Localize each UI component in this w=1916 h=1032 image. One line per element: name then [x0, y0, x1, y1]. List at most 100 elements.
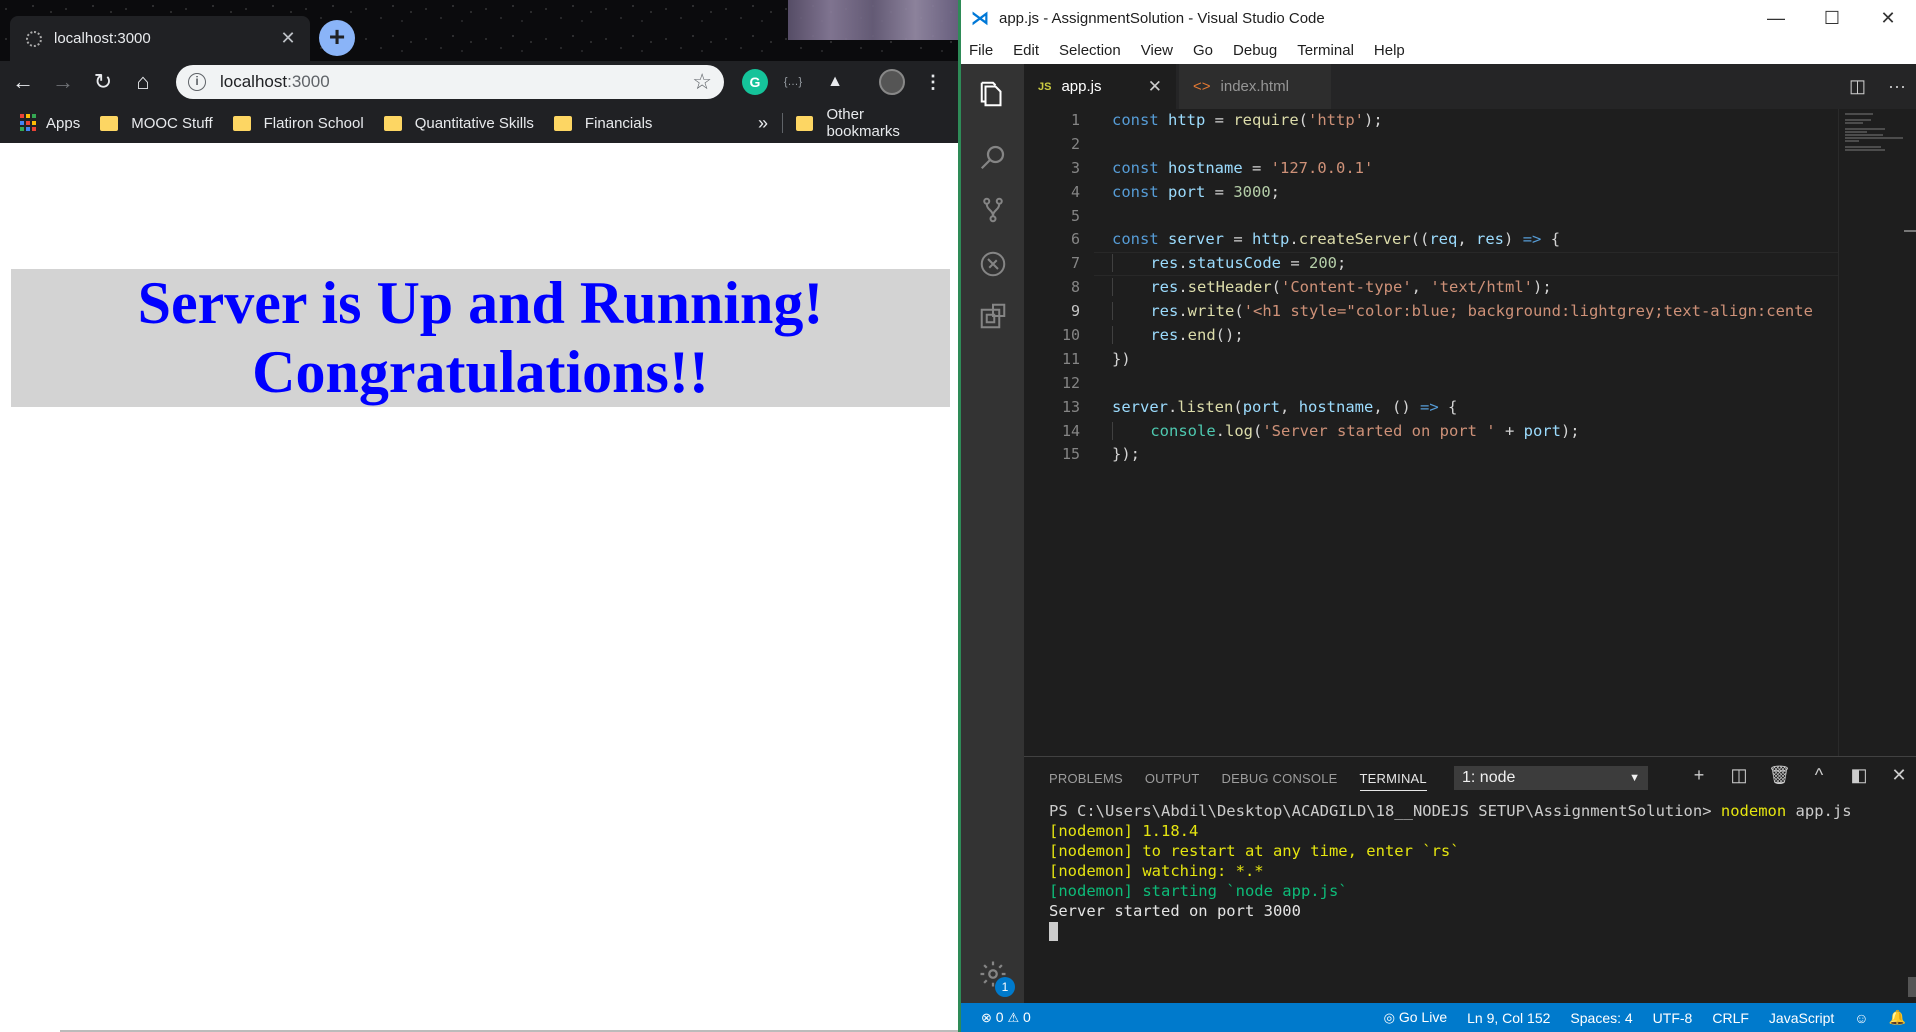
profile-avatar[interactable] — [879, 69, 905, 95]
minimap-line — [1845, 134, 1883, 136]
reload-button[interactable]: ↻ — [86, 65, 120, 99]
code-editor[interactable]: 1 2 3 4 5 6 7 8 9 10 11 12 13 14 15 cons… — [1024, 109, 1916, 756]
language-mode[interactable]: JavaScript — [1769, 1010, 1834, 1026]
terminal-line: PS C:\Users\Abdil\Desktop\ACADGILD\18__N… — [1049, 801, 1899, 821]
bookmarks-overflow-button[interactable]: » — [758, 113, 768, 134]
problems-status[interactable]: ⊗ 0 ⚠ 0 — [981, 1009, 1031, 1026]
tab-debug-console[interactable]: DEBUG CONSOLE — [1222, 771, 1338, 786]
line-number: 4 — [1070, 182, 1080, 201]
extensions-icon[interactable] — [961, 286, 1024, 346]
new-tab-button[interactable]: + — [319, 20, 355, 56]
broadcast-icon: ◎ — [1383, 1010, 1395, 1025]
explorer-icon[interactable] — [961, 64, 1024, 124]
forward-button[interactable]: → — [46, 65, 80, 99]
search-icon[interactable] — [961, 127, 1024, 187]
bookmark-label: Financials — [584, 114, 653, 132]
browser-toolbar: ← → ↻ ⌂ i localhost :3000 ☆ G {…} ▲ ⋮ — [0, 61, 958, 103]
split-terminal-icon[interactable]: ◫ — [1728, 765, 1750, 786]
browser-tab[interactable]: localhost:3000 ✕ — [10, 16, 310, 61]
close-panel-icon[interactable]: ✕ — [1888, 765, 1910, 786]
tab-app-js[interactable]: JS app.js ✕ — [1024, 64, 1176, 109]
bookmark-mooc-stuff[interactable]: MOOC Stuff — [100, 114, 213, 132]
menu-file[interactable]: File — [969, 42, 993, 59]
tab-output[interactable]: OUTPUT — [1145, 771, 1200, 786]
notifications-bell-icon[interactable]: 🔔 — [1889, 1009, 1906, 1026]
line-number: 7 — [1070, 254, 1080, 273]
menu-terminal[interactable]: Terminal — [1297, 42, 1354, 59]
warning-count: 0 — [1023, 1009, 1031, 1025]
status-right: ◎ Go Live Ln 9, Col 152 Spaces: 4 UTF-8 … — [1384, 1003, 1906, 1032]
other-bookmarks[interactable]: Other bookmarks — [796, 103, 938, 143]
debug-icon[interactable] — [961, 234, 1024, 294]
code-text[interactable]: const http = require('http'); const host… — [1112, 109, 1812, 467]
bookmark-financials[interactable]: Financials — [553, 114, 653, 132]
folder-icon — [383, 115, 402, 131]
minimap[interactable] — [1838, 109, 1904, 756]
minimize-button[interactable]: — — [1748, 0, 1804, 36]
minimap-line — [1845, 119, 1871, 121]
error-icon: ⊗ — [981, 1010, 992, 1025]
menu-edit[interactable]: Edit — [1013, 42, 1039, 59]
line-ending[interactable]: CRLF — [1712, 1010, 1749, 1026]
kill-terminal-icon[interactable]: 🗑 — [1768, 765, 1791, 786]
tab-close-icon[interactable]: ✕ — [278, 28, 298, 49]
indentation[interactable]: Spaces: 4 — [1570, 1010, 1632, 1026]
code-line: server.listen(port, hostname, () => { — [1112, 397, 1458, 416]
tab-close-icon[interactable]: ✕ — [1148, 77, 1162, 97]
editor-scrollbar[interactable] — [1904, 109, 1916, 756]
bookmark-flatiron-school[interactable]: Flatiron School — [232, 115, 364, 132]
bookmark-star-icon[interactable]: ☆ — [692, 69, 712, 95]
maximize-panel-icon[interactable]: ^ — [1808, 765, 1830, 786]
drive-extension-icon[interactable]: ▲ — [822, 69, 848, 95]
bookmark-label: MOOC Stuff — [131, 114, 213, 132]
split-editor-icon[interactable]: ◫ — [1849, 76, 1866, 97]
go-live-button[interactable]: ◎ Go Live — [1384, 1009, 1447, 1026]
editor-actions: ◫ ··· — [1849, 76, 1906, 97]
bookmark-quantitative-skills[interactable]: Quantitative Skills — [383, 115, 534, 132]
source-control-icon[interactable] — [961, 180, 1024, 240]
tab-problems[interactable]: PROBLEMS — [1049, 771, 1123, 786]
settings-gear-icon[interactable] — [961, 944, 1024, 1004]
menu-help[interactable]: Help — [1374, 42, 1405, 59]
maximize-button[interactable]: ☐ — [1804, 0, 1860, 36]
grammarly-extension-icon[interactable]: G — [742, 69, 768, 95]
home-button[interactable]: ⌂ — [126, 65, 160, 99]
bookmark-apps[interactable]: Apps — [20, 114, 80, 132]
address-bar[interactable]: i localhost :3000 ☆ — [176, 65, 724, 99]
tab-label: app.js — [1061, 78, 1102, 95]
terminal-scrollbar[interactable] — [1908, 977, 1916, 997]
line-number: 10 — [1061, 326, 1080, 345]
toggle-panel-position-icon[interactable]: ◧ — [1848, 765, 1870, 786]
code-line: }) — [1112, 349, 1131, 368]
line-number: 14 — [1061, 421, 1080, 440]
line-number: 5 — [1070, 206, 1080, 225]
browser-menu-icon[interactable]: ⋮ — [920, 69, 946, 95]
bottom-panel: PROBLEMS OUTPUT DEBUG CONSOLE TERMINAL 1… — [1024, 756, 1916, 1003]
site-info-icon[interactable]: i — [188, 73, 206, 91]
window-title: app.js - AssignmentSolution - Visual Stu… — [999, 9, 1325, 27]
terminal-select-dropdown[interactable]: 1: node ▼ — [1454, 766, 1648, 790]
menu-debug[interactable]: Debug — [1233, 42, 1277, 59]
line-number-gutter: 1 2 3 4 5 6 7 8 9 10 11 12 13 14 15 — [1024, 109, 1094, 467]
minimap-line — [1845, 140, 1859, 142]
new-terminal-icon[interactable]: + — [1688, 765, 1710, 786]
tab-index-html[interactable]: <> index.html — [1179, 64, 1331, 109]
status-left: ⊗ 0 ⚠ 0 — [961, 1009, 1031, 1026]
menu-bar: File Edit Selection View Go Debug Termin… — [961, 36, 1916, 64]
cursor-position[interactable]: Ln 9, Col 152 — [1467, 1010, 1550, 1026]
more-actions-icon[interactable]: ··· — [1888, 76, 1906, 97]
json-extension-icon[interactable]: {…} — [780, 69, 806, 95]
go-live-label: Go Live — [1398, 1009, 1448, 1025]
menu-selection[interactable]: Selection — [1059, 42, 1121, 59]
feedback-smiley-icon[interactable]: ☺ — [1854, 1010, 1868, 1026]
back-button[interactable]: ← — [6, 65, 40, 99]
close-window-button[interactable]: ✕ — [1860, 0, 1916, 36]
tab-terminal[interactable]: TERMINAL — [1359, 766, 1427, 791]
loading-favicon-icon — [26, 30, 42, 47]
encoding[interactable]: UTF-8 — [1653, 1010, 1693, 1026]
menu-go[interactable]: Go — [1193, 42, 1213, 59]
terminal-output[interactable]: PS C:\Users\Abdil\Desktop\ACADGILD\18__N… — [1049, 801, 1899, 941]
menu-view[interactable]: View — [1141, 42, 1173, 59]
vscode-logo-icon: ⋊ — [971, 8, 989, 28]
